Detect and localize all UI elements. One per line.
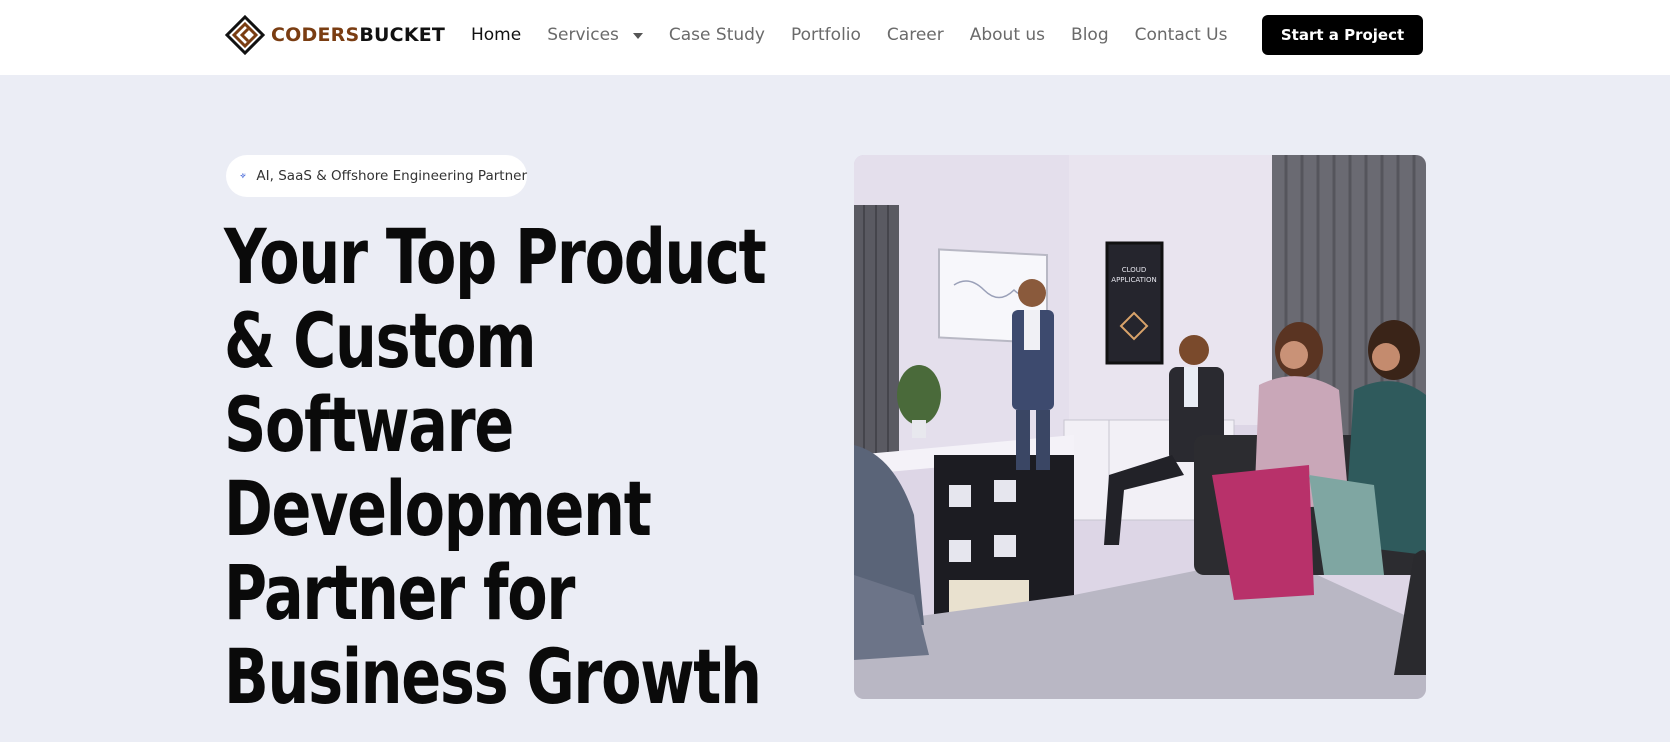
hero-badge-text: AI, SaaS & Offshore Engineering Partner <box>256 168 527 184</box>
nav-item-contact-us[interactable]: Contact Us <box>1135 25 1228 45</box>
hero-headline: Your Top Product & Custom Software Devel… <box>224 212 767 721</box>
brand-name: CODERSBUCKET <box>271 24 445 46</box>
nav-item-about-us[interactable]: About us <box>970 25 1045 45</box>
top-nav: CODERSBUCKET Home Services Case Study Po… <box>0 0 1670 75</box>
codersbucket-logo-icon <box>225 15 265 55</box>
nav-item-case-study[interactable]: Case Study <box>669 25 765 45</box>
nav-item-services[interactable]: Services <box>547 25 643 45</box>
start-project-button[interactable]: Start a Project <box>1262 15 1423 55</box>
nav-item-blog[interactable]: Blog <box>1071 25 1109 45</box>
nav-item-career[interactable]: Career <box>887 25 944 45</box>
nav-item-services-label: Services <box>547 25 619 45</box>
brand-name-part2: BUCKET <box>359 24 446 46</box>
hero-headline-line: Development <box>224 464 652 553</box>
brand-name-part1: CODERS <box>271 24 360 46</box>
team-meeting-illustration: CLOUD APPLICATION <box>854 155 1426 699</box>
sparkle-icon <box>240 173 246 179</box>
hero-headline-line: & Custom <box>224 296 537 385</box>
hero-headline-line: Your Top Product <box>224 212 767 301</box>
hero-headline-line: Business Growth <box>224 632 762 721</box>
hero-headline-line: Partner for <box>224 548 575 637</box>
poster-text-cloud: CLOUD <box>1122 266 1147 274</box>
brand-logo[interactable]: CODERSBUCKET <box>225 15 445 55</box>
nav-item-home[interactable]: Home <box>471 25 521 45</box>
hero-headline-line: Software <box>224 380 514 469</box>
hero-team-photo: CLOUD APPLICATION <box>854 155 1426 699</box>
chevron-down-icon <box>632 33 643 39</box>
main-menu: Home Services Case Study Portfolio Caree… <box>471 0 1253 70</box>
poster-text-application: APPLICATION <box>1111 276 1156 284</box>
hero-badge: AI, SaaS & Offshore Engineering Partner <box>226 155 527 197</box>
nav-item-portfolio[interactable]: Portfolio <box>791 25 861 45</box>
